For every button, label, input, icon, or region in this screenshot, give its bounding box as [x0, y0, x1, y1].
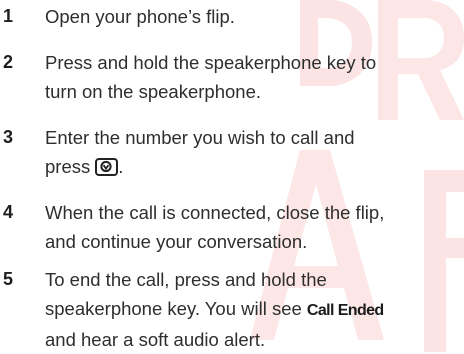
step-line: When the call is connected, close the fl…	[45, 202, 385, 223]
step-line: and continue your conversation.	[45, 231, 308, 252]
call-ended-term: Call Ended	[306, 302, 384, 319]
step-suffix: .	[118, 156, 124, 177]
step-text: Open your phone’s flip.	[45, 2, 463, 31]
step-line: Open your phone’s flip.	[45, 6, 235, 27]
step-line: press	[45, 156, 91, 177]
step-text: Enter the number you wish to call and pr…	[45, 123, 463, 181]
step-line: speakerphone key. You will see	[45, 298, 307, 319]
step-text: To end the call, press and hold the spea…	[45, 265, 463, 354]
step-number: 3	[3, 127, 14, 147]
step-line: Press and hold the speakerphone key to	[45, 52, 377, 73]
step-line: turn on the speakerphone.	[45, 81, 261, 102]
step-line: To end the call, press and hold the	[45, 269, 327, 290]
step-text: When the call is connected, close the fl…	[45, 198, 463, 256]
step-line: Enter the number you wish to call and	[45, 127, 355, 148]
step-text: Press and hold the speakerphone key to t…	[45, 48, 463, 106]
step-line: and hear a soft audio alert.	[45, 329, 266, 350]
step-line-with-icon: press.	[45, 152, 463, 181]
step-number: 4	[3, 202, 14, 222]
send-key-icon	[95, 158, 119, 176]
step-number: 5	[3, 269, 14, 289]
step-number: 2	[3, 52, 14, 72]
instruction-steps: 1 Open your phone’s flip. 2 Press and ho…	[0, 0, 464, 352]
step-line-with-term: speakerphone key. You will see Call Ende…	[45, 294, 463, 325]
step-number: 1	[3, 6, 14, 26]
